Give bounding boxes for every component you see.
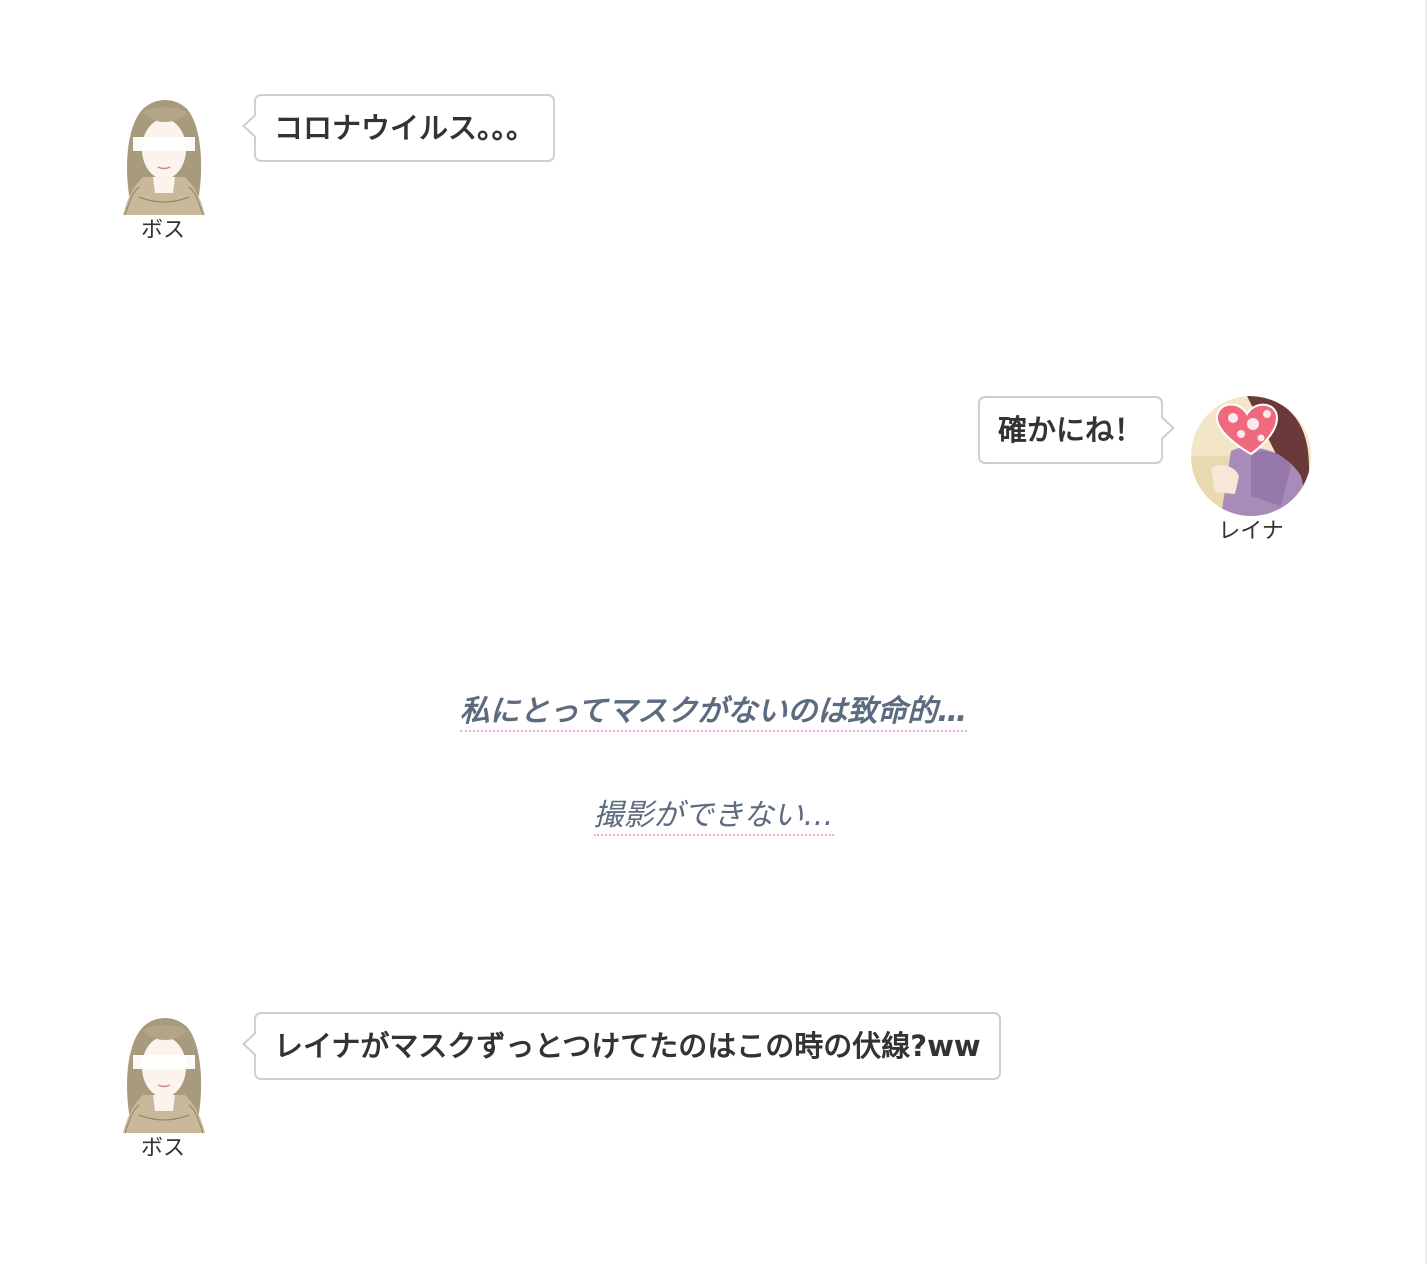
boss-avatar-illustration — [123, 100, 205, 215]
reina-avatar-photo — [1191, 396, 1311, 516]
narration-text: 私にとってマスクがないのは致命的… — [459, 694, 968, 732]
speech-bubble: レイナがマスクずっとつけてたのはこの時の伏線?ww — [242, 1012, 1001, 1080]
boss-avatar-illustration — [123, 1018, 205, 1133]
avatar-boss: ボス — [103, 97, 223, 245]
speaker-name: ボス — [140, 218, 185, 243]
narration-text: 撮影ができない… — [593, 798, 834, 836]
narration-line: 撮影ができない… — [0, 790, 1427, 836]
speaker-name: ボス — [140, 1136, 185, 1161]
avatar-reina: レイナ — [1191, 396, 1311, 546]
avatar-boss: ボス — [103, 1015, 223, 1163]
speech-bubble: 確かにね！ — [978, 396, 1176, 464]
speaker-name: レイナ — [1218, 519, 1284, 544]
speech-bubble: コロナウイルス。。。 — [241, 94, 556, 162]
narration-line: 私にとってマスクがないのは致命的… — [0, 686, 1427, 732]
